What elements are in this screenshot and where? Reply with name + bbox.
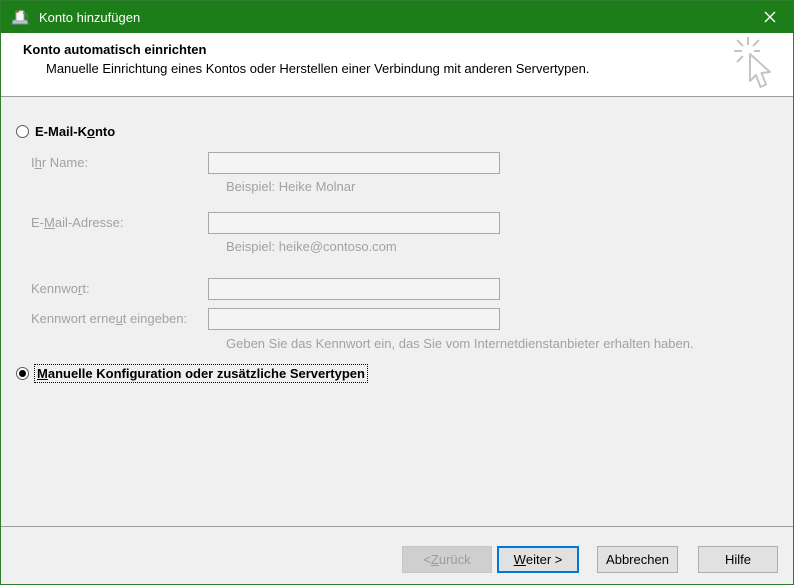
email-account-radio-label: E-Mail-Konto — [35, 124, 115, 139]
label-text: o — [87, 124, 95, 139]
label-text: t: — [82, 281, 90, 296]
add-account-dialog: Konto hinzufügen Konto automatisch einri… — [0, 0, 794, 585]
clicking-cursor-icon — [731, 36, 777, 97]
label-text: Z — [430, 552, 439, 567]
password-input[interactable] — [208, 278, 500, 300]
label-text: E-Mail-K — [35, 124, 87, 139]
radio-unselected-icon[interactable] — [16, 125, 29, 138]
label-text: urück — [438, 552, 471, 567]
email-account-radio[interactable]: E-Mail-Konto — [16, 124, 115, 139]
label-text: M — [44, 215, 55, 230]
label-text: h — [34, 155, 42, 170]
label-text: E- — [31, 215, 44, 230]
label-text: u — [115, 311, 123, 326]
back-button[interactable]: < Zurück — [402, 546, 492, 573]
name-input[interactable] — [208, 152, 500, 174]
wizard-header: Konto automatisch einrichten Manuelle Ei… — [1, 33, 793, 97]
label-text: < — [423, 552, 431, 567]
button-bar: < Zurück Weiter > Abbrechen Hilfe — [1, 526, 793, 583]
email-input[interactable] — [208, 212, 500, 234]
label-text: Kennwort erne — [31, 311, 116, 326]
label-text: r Name: — [41, 155, 89, 170]
help-button[interactable]: Hilfe — [698, 546, 778, 573]
window-title: Konto hinzufügen — [39, 9, 141, 25]
name-label: Ihr Name: — [31, 152, 88, 174]
manual-config-radio[interactable]: Manuelle Konfiguration oder zusätzliche … — [16, 364, 368, 383]
label-text: W — [513, 552, 526, 567]
label-text: t eingeben: — [122, 311, 188, 326]
wizard-body: E-Mail-Konto Ihr Name: Beispiel: Heike M… — [1, 97, 793, 526]
label-text: nto — [94, 124, 116, 139]
title-bar: Konto hinzufügen — [1, 1, 793, 33]
page-subtitle: Manuelle Einrichtung eines Kontos oder H… — [46, 61, 590, 76]
email-label: E-Mail-Adresse: — [31, 212, 123, 234]
manual-config-radio-label: Manuelle Konfiguration oder zusätzliche … — [34, 364, 368, 383]
email-example: Beispiel: heike@contoso.com — [226, 239, 397, 254]
cancel-button[interactable]: Abbrechen — [597, 546, 678, 573]
close-icon — [764, 11, 776, 23]
password-retype-label: Kennwort erneut eingeben: — [31, 308, 187, 330]
password-retype-input[interactable] — [208, 308, 500, 330]
radio-selected-icon[interactable] — [16, 367, 29, 380]
name-example: Beispiel: Heike Molnar — [226, 179, 356, 194]
close-button[interactable] — [747, 1, 793, 33]
next-button[interactable]: Weiter > — [497, 546, 579, 573]
page-title: Konto automatisch einrichten — [23, 42, 207, 57]
label-text: ail-Adresse: — [54, 215, 124, 230]
password-hint: Geben Sie das Kennwort ein, das Sie vom … — [226, 336, 694, 351]
label-text: anuelle Konfiguration oder zusätzliche S… — [47, 366, 365, 381]
label-text: Kennwo — [31, 281, 78, 296]
password-label: Kennwort: — [31, 278, 90, 300]
label-text: M — [37, 366, 48, 381]
label-text: eiter > — [525, 552, 563, 567]
app-icon — [10, 7, 30, 27]
